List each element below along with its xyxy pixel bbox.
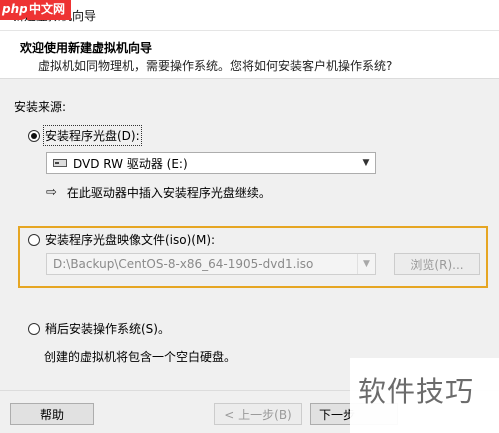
install-source-label: 安装来源: [14, 100, 67, 114]
browse-button[interactable]: 浏览(R)... [394, 253, 480, 275]
drive-select[interactable]: DVD RW 驱动器 (E:) ▼ [46, 152, 376, 174]
radio-button-icon[interactable] [28, 322, 40, 335]
radio-iso-image[interactable]: 安装程序光盘映像文件(iso)(M): [28, 231, 215, 248]
radio-installer-disc[interactable]: 安装程序光盘(D): [28, 125, 142, 146]
corner-watermark: 软件技巧 [350, 358, 499, 433]
chevron-down-icon[interactable]: ▼ [357, 254, 375, 274]
back-button[interactable]: < 上一步(B) [214, 403, 302, 425]
radio-install-later[interactable]: 稍后安装操作系统(S)。 [28, 320, 170, 337]
php-watermark-logo: php 中文网 [0, 0, 71, 20]
chevron-down-icon[interactable]: ▼ [357, 153, 375, 173]
radio-button-icon[interactable] [28, 233, 40, 246]
radio-button-icon[interactable] [28, 129, 40, 142]
dvd-drive-icon [53, 159, 67, 167]
help-button[interactable]: 帮助 [10, 403, 94, 425]
wizard-header: 欢迎使用新建虚拟机向导 虚拟机如同物理机，需要操作系统。您将如何安装客户机操作系… [0, 31, 499, 79]
iso-path-input[interactable]: D:\Backup\CentOS-8-x86_64-1905-dvd1.iso … [46, 253, 376, 275]
insert-disc-hint: ⇨ 在此驱动器中插入安装程序光盘继续。 [46, 185, 271, 200]
radio-installer-disc-label[interactable]: 安装程序光盘(D): [43, 125, 142, 146]
wizard-heading: 欢迎使用新建虚拟机向导 [20, 41, 153, 55]
install-later-description: 创建的虚拟机将包含一个空白硬盘。 [44, 350, 237, 364]
arrow-right-icon: ⇨ [46, 185, 57, 200]
title-bar: 新建虚拟机向导 [0, 0, 499, 31]
radio-install-later-label[interactable]: 稍后安装操作系统(S)。 [45, 320, 170, 337]
wizard-subtitle: 虚拟机如同物理机，需要操作系统。您将如何安装客户机操作系统? [38, 59, 393, 73]
radio-iso-image-label[interactable]: 安装程序光盘映像文件(iso)(M): [45, 231, 215, 248]
